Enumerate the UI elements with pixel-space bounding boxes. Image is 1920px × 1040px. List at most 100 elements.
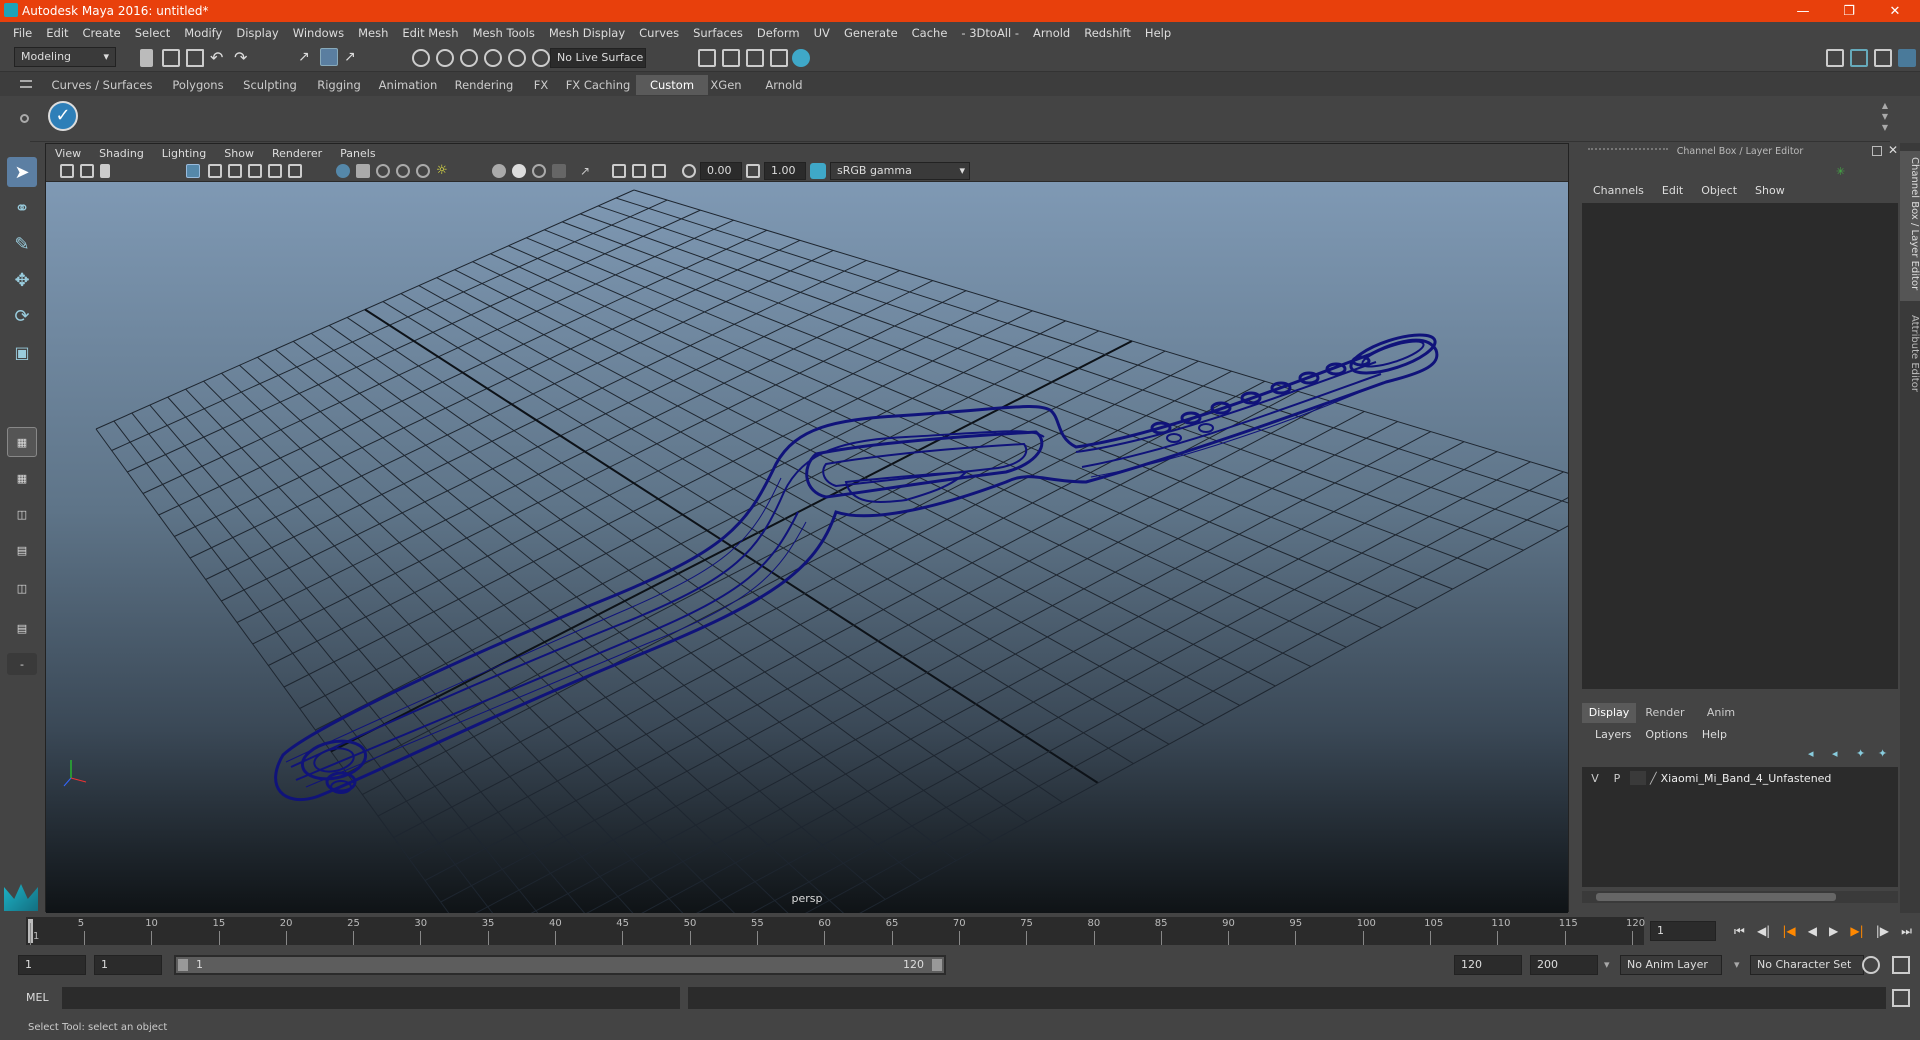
film-gate-icon[interactable]: [208, 164, 222, 178]
close-button[interactable]: ✕: [1872, 0, 1918, 22]
menu-help[interactable]: Help: [1138, 26, 1178, 40]
playback-end-field[interactable]: 120: [1454, 955, 1522, 975]
script-language-label[interactable]: MEL: [26, 991, 49, 1004]
four-view-layout-button[interactable]: ▦: [7, 463, 37, 493]
menu-generate[interactable]: Generate: [837, 26, 905, 40]
new-scene-icon[interactable]: [140, 49, 153, 67]
shelf-tab-curves-surfaces[interactable]: Curves / Surfaces: [44, 75, 160, 95]
select-hierarchy-icon[interactable]: ↗: [298, 49, 316, 67]
range-start-grip[interactable]: [178, 959, 188, 971]
layer-tab-anim[interactable]: Anim: [1694, 703, 1748, 723]
go-to-start-icon[interactable]: ⏮: [1734, 924, 1745, 939]
time-slider-track[interactable]: 1 5 10 15 20 25 30 35 40 45 50 55 60 65 70 75 80 85 90 95 10…: [26, 917, 1645, 945]
menu-create[interactable]: Create: [76, 26, 128, 40]
render-current-icon[interactable]: [722, 49, 740, 67]
color-management-icon[interactable]: [810, 163, 826, 179]
gamma-field[interactable]: 1.00: [764, 162, 806, 180]
move-layer-down-icon[interactable]: ◂: [1832, 747, 1838, 760]
wireframe-shading-icon[interactable]: [336, 164, 350, 178]
channel-box-menu-object[interactable]: Object: [1692, 184, 1746, 197]
shelf-tab-rendering[interactable]: Rendering: [444, 75, 524, 95]
menu-set-dropdown[interactable]: Modeling ▾: [14, 47, 116, 67]
step-forward-frame-icon[interactable]: ▶|: [1850, 924, 1863, 938]
open-scene-icon[interactable]: [162, 49, 180, 67]
custom-shelf-check-icon[interactable]: ✓: [48, 101, 78, 131]
shelf-tab-arnold[interactable]: Arnold: [754, 75, 814, 95]
resolution-gate-icon[interactable]: [228, 164, 242, 178]
layer-horizontal-scrollbar[interactable]: [1582, 891, 1898, 903]
restore-button[interactable]: ❐: [1826, 0, 1872, 22]
menu-mesh[interactable]: Mesh: [351, 26, 395, 40]
menu-surfaces[interactable]: Surfaces: [686, 26, 750, 40]
float-panel-icon[interactable]: [1872, 146, 1882, 156]
layer-color-swatch[interactable]: [1630, 771, 1646, 785]
shelf-tab-polygons[interactable]: Polygons: [160, 75, 236, 95]
channel-box-menu-show[interactable]: Show: [1746, 184, 1794, 197]
minimize-button[interactable]: —: [1780, 0, 1826, 22]
menu-modify[interactable]: Modify: [177, 26, 229, 40]
screen-space-ao-icon[interactable]: [512, 164, 526, 178]
channel-box-key-icon[interactable]: ✳: [1836, 165, 1848, 178]
lock-camera-icon[interactable]: [80, 164, 94, 178]
shelf-menu-icon[interactable]: [20, 80, 32, 88]
menu-windows[interactable]: Windows: [286, 26, 351, 40]
persp-hypershade-layout-button[interactable]: ◫: [7, 573, 37, 603]
grid-toggle-icon[interactable]: [186, 164, 200, 178]
shelf-tab-animation[interactable]: Animation: [368, 75, 448, 95]
wireframe-on-shaded-icon[interactable]: [376, 164, 390, 178]
persp-outliner-layout-button[interactable]: ◫: [7, 499, 37, 529]
playback-start-field[interactable]: 1: [94, 955, 162, 975]
step-back-frame-icon[interactable]: |◀: [1782, 924, 1795, 938]
snap-projected-center-icon[interactable]: [484, 49, 502, 67]
chevron-down-icon[interactable]: ▾: [1604, 958, 1610, 971]
snap-curve-icon[interactable]: [436, 49, 454, 67]
menu-deform[interactable]: Deform: [750, 26, 807, 40]
go-to-end-icon[interactable]: ⏭: [1901, 924, 1912, 939]
close-panel-icon[interactable]: ✕: [1888, 143, 1898, 157]
menu-edit-mesh[interactable]: Edit Mesh: [395, 26, 465, 40]
paint-select-tool-button[interactable]: ✎: [7, 229, 37, 259]
modeling-toolkit-icon[interactable]: [1826, 49, 1844, 67]
field-chart-icon[interactable]: [268, 164, 282, 178]
camera-icon[interactable]: [60, 164, 74, 178]
move-layer-up-icon[interactable]: ◂: [1808, 747, 1814, 760]
shelf-tab-fx[interactable]: FX: [524, 75, 558, 95]
layer-playback-toggle[interactable]: P: [1608, 772, 1626, 785]
viewport-menu-show[interactable]: Show: [215, 147, 263, 160]
shelf-tab-rigging[interactable]: Rigging: [304, 75, 374, 95]
step-back-key-icon[interactable]: ◀|: [1757, 924, 1770, 938]
menu-select[interactable]: Select: [128, 26, 177, 40]
rotate-tool-button[interactable]: ⟳: [7, 301, 37, 331]
menu-cache[interactable]: Cache: [905, 26, 955, 40]
lights-icon[interactable]: ☼: [436, 164, 450, 178]
color-space-dropdown[interactable]: sRGB gamma ▾: [830, 162, 970, 180]
viewport-menu-lighting[interactable]: Lighting: [153, 147, 215, 160]
camera-attributes-icon[interactable]: [652, 164, 666, 178]
safe-action-icon[interactable]: [288, 164, 302, 178]
viewport-menu-panels[interactable]: Panels: [331, 147, 384, 160]
range-end-grip[interactable]: [932, 959, 942, 971]
channel-box-menu-channels[interactable]: Channels: [1584, 184, 1653, 197]
bookmark-icon[interactable]: [100, 164, 110, 178]
side-tab-channel-box[interactable]: Channel Box / Layer Editor: [1900, 151, 1920, 301]
scale-tool-button[interactable]: ▣: [7, 337, 37, 367]
undo-icon[interactable]: ↶: [210, 49, 228, 67]
shelf-scroll-arrows[interactable]: ▲ ▼ ▼: [1882, 100, 1888, 133]
step-forward-key-icon[interactable]: |▶: [1876, 924, 1889, 938]
animation-end-field[interactable]: 200: [1530, 955, 1598, 975]
new-layer-selected-icon[interactable]: ✦: [1878, 747, 1887, 760]
layer-tab-display[interactable]: Display: [1582, 703, 1636, 723]
script-editor-icon[interactable]: [1892, 989, 1910, 1007]
attribute-editor-toggle-icon[interactable]: [1850, 49, 1868, 67]
scrollbar-thumb[interactable]: [1596, 893, 1836, 901]
current-frame-field[interactable]: 1: [1650, 921, 1716, 941]
play-backward-icon[interactable]: ◀: [1808, 924, 1817, 938]
snap-view-plane-icon[interactable]: [508, 49, 526, 67]
character-set-dropdown[interactable]: No Character Set: [1750, 955, 1864, 975]
new-empty-layer-icon[interactable]: ✦: [1856, 747, 1865, 760]
menu-edit[interactable]: Edit: [39, 26, 75, 40]
render-settings-icon[interactable]: [698, 49, 716, 67]
menu-3dtoall[interactable]: - 3DtoAll -: [954, 26, 1026, 40]
time-slider[interactable]: 1 5 10 15 20 25 30 35 40 45 50 55 60 65 70 75 80 85 90 95 10…: [0, 915, 1920, 947]
auto-key-icon[interactable]: [1862, 956, 1880, 974]
